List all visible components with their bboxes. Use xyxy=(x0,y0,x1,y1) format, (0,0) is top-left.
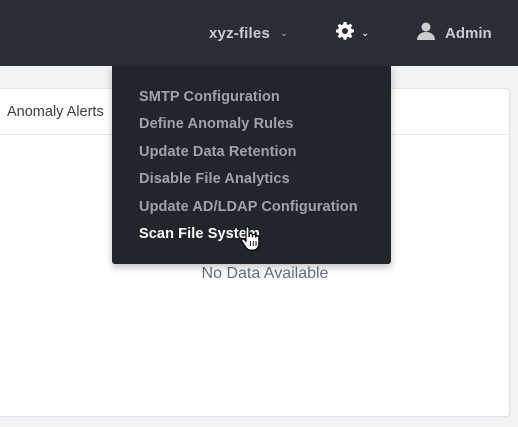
widget-title: Anomaly Alerts xyxy=(7,103,104,120)
menu-item-update-data-retention[interactable]: Update Data Retention xyxy=(112,139,391,166)
chevron-down-icon: ⌄ xyxy=(361,27,370,39)
user-icon xyxy=(416,21,436,46)
settings-menu-button[interactable]: ⌄ xyxy=(335,0,369,66)
menu-item-define-anomaly-rules[interactable]: Define Anomaly Rules xyxy=(112,111,391,138)
menu-item-disable-file-analytics[interactable]: Disable File Analytics xyxy=(112,166,391,193)
top-navigation-bar: xyz-files ⌄ ⌄ Admin xyxy=(0,0,518,66)
menu-item-smtp-configuration[interactable]: SMTP Configuration xyxy=(112,84,391,111)
menu-item-update-ad-ldap-configuration[interactable]: Update AD/LDAP Configuration xyxy=(112,194,391,221)
user-menu-button[interactable]: Admin xyxy=(416,0,492,66)
empty-state-text: No Data Available xyxy=(201,265,329,282)
chevron-down-icon: ⌄ xyxy=(280,27,289,39)
user-name: Admin xyxy=(445,24,492,42)
filesystem-selector[interactable]: xyz-files ⌄ xyxy=(209,0,288,66)
gear-icon xyxy=(335,21,355,46)
filesystem-name: xyz-files xyxy=(209,24,270,42)
hand-pointer-icon xyxy=(240,226,262,257)
